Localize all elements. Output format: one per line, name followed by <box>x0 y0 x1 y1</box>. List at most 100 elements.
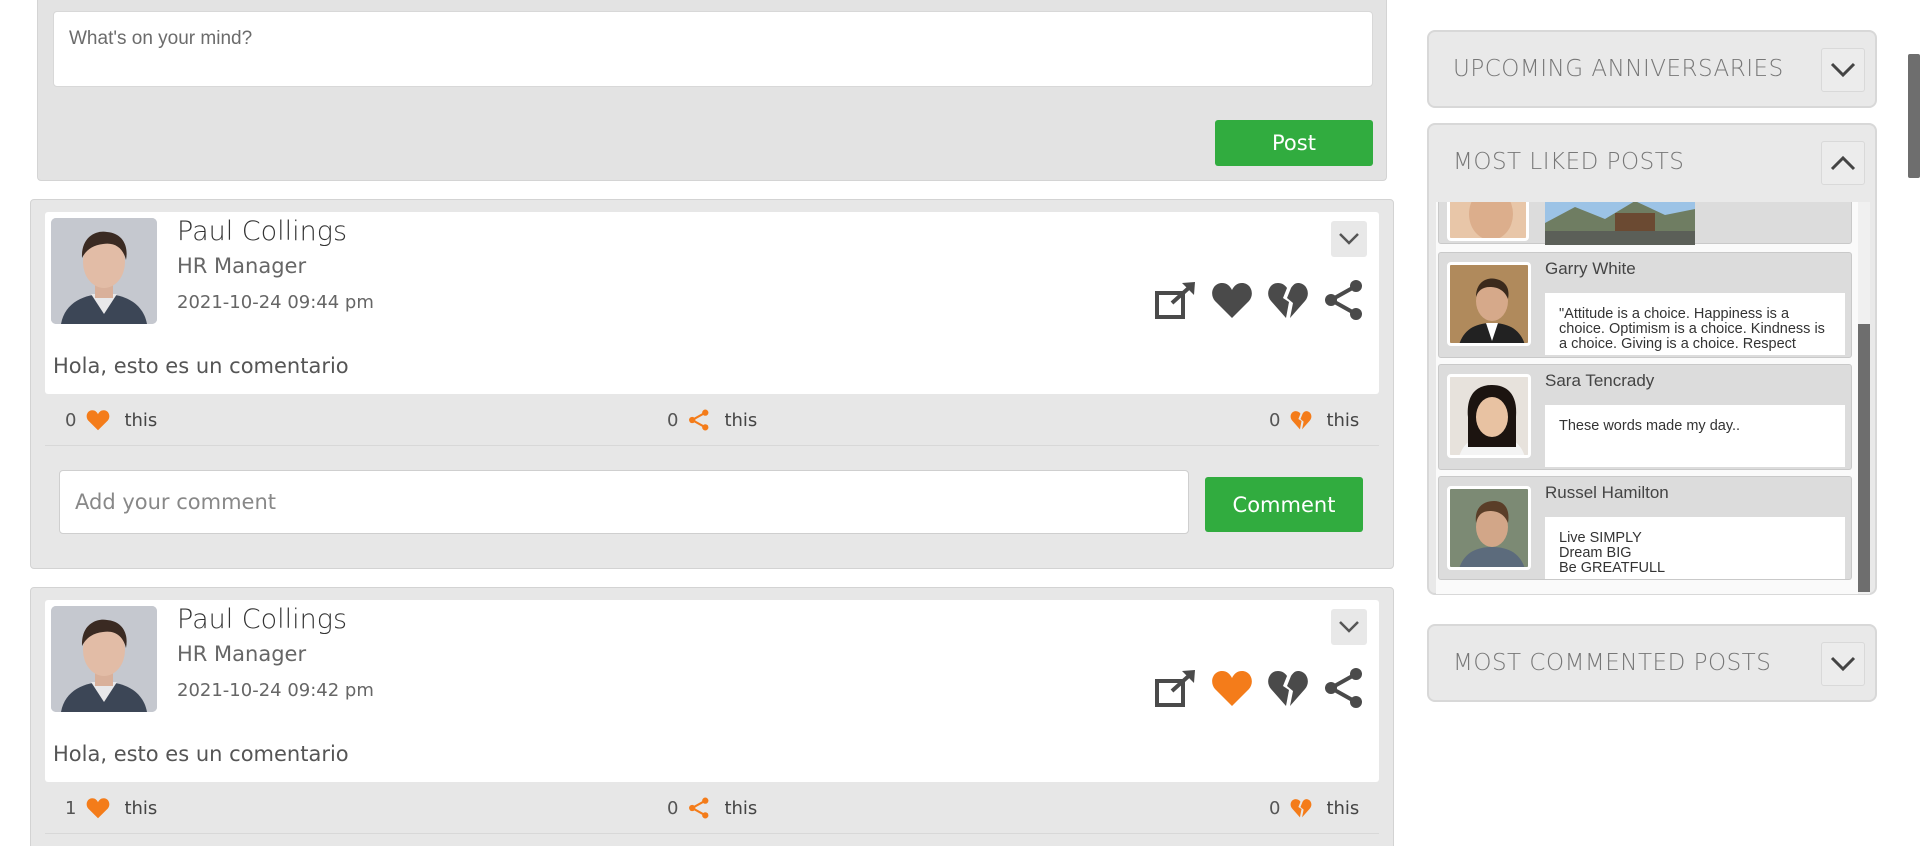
post-menu-button[interactable] <box>1331 221 1367 257</box>
likes-count: 0 <box>65 409 77 431</box>
share-icon <box>689 409 709 431</box>
dislikes-stat[interactable]: 0 this <box>1269 792 1359 824</box>
post-composer-input[interactable]: What's on your mind? <box>53 11 1373 87</box>
post-button[interactable]: Post <box>1215 120 1373 166</box>
list-item[interactable]: Sara Tencrady These words made my day.. <box>1438 364 1852 470</box>
post-date: 2021-10-24 09:44 pm <box>177 292 374 313</box>
comment-row: Add your comment Comment <box>45 460 1379 534</box>
dislikes-stat[interactable]: 0 this <box>1269 404 1359 436</box>
liked-avatar <box>1447 202 1529 241</box>
liked-post-image <box>1545 202 1695 245</box>
post-date: 2021-10-24 09:42 pm <box>177 680 374 701</box>
likes-stat[interactable]: 1 this <box>65 792 157 824</box>
post-content: Paul Collings HR Manager 2021-10-24 09:4… <box>45 600 1379 782</box>
like-button[interactable] <box>1209 665 1255 711</box>
chevron-up-icon <box>1830 155 1856 171</box>
share-icon <box>1325 668 1362 708</box>
dislike-button[interactable] <box>1265 277 1311 323</box>
author-name[interactable]: Paul Collings <box>177 216 347 247</box>
comment-input[interactable]: Add your comment <box>59 470 1189 534</box>
likes-stat[interactable]: 0 this <box>65 404 157 436</box>
liked-author-name: Garry White <box>1545 259 1636 278</box>
shares-stat[interactable]: 0 this <box>667 404 757 436</box>
share-button[interactable] <box>1321 665 1367 711</box>
upcoming-anniversaries-panel: UPCOMING ANNIVERSARIES <box>1427 30 1877 108</box>
likes-count: 1 <box>65 797 77 819</box>
author-role: HR Manager <box>177 254 307 278</box>
post-text: Hola, esto es un comentario <box>53 354 349 378</box>
liked-list-scroll-thumb[interactable] <box>1858 324 1870 592</box>
dislikes-count: 0 <box>1269 797 1281 819</box>
list-item[interactable]: Garry White "Attitude is a choice. Happi… <box>1438 252 1852 358</box>
like-button[interactable] <box>1209 277 1255 323</box>
post-text: Hola, esto es un comentario <box>53 742 349 766</box>
shares-stat[interactable]: 0 this <box>667 792 757 824</box>
post-content: Paul Collings HR Manager 2021-10-24 09:4… <box>45 212 1379 394</box>
liked-avatar <box>1447 262 1531 346</box>
post-stats: 1 this 0 this 0 this <box>45 782 1379 834</box>
post-actions <box>1153 276 1367 324</box>
author-role: HR Manager <box>177 642 307 666</box>
liked-post-text: Live SIMPLY Dream BIG Be GREATFULL <box>1545 517 1845 579</box>
broken-heart-icon <box>1268 671 1308 706</box>
post-card: Paul Collings HR Manager 2021-10-24 09:4… <box>30 587 1394 846</box>
share-external-button[interactable] <box>1153 277 1199 323</box>
page-scrollbar-thumb[interactable] <box>1908 54 1920 178</box>
chevron-down-icon <box>1339 621 1359 633</box>
post-composer: What's on your mind? Post <box>37 0 1387 181</box>
chevron-down-icon <box>1830 62 1856 78</box>
liked-post-text: "Attitude is a choice. Happiness is a ch… <box>1545 293 1845 355</box>
post-stats: 0 this 0 this 0 this <box>45 394 1379 446</box>
shares-count: 0 <box>667 797 679 819</box>
liked-author-name: Russel Hamilton <box>1545 483 1669 502</box>
expand-panel-button[interactable] <box>1821 642 1865 686</box>
liked-post-text: These words made my day.. <box>1545 405 1845 467</box>
panel-title: UPCOMING ANNIVERSARIES <box>1453 56 1784 82</box>
dislikes-count: 0 <box>1269 409 1281 431</box>
chevron-down-icon <box>1830 656 1856 672</box>
social-feed-page: What's on your mind? Post Paul Collings … <box>0 0 1920 846</box>
likes-this-label: this <box>124 409 158 431</box>
expand-panel-button[interactable] <box>1821 48 1865 92</box>
likes-this-label: this <box>124 797 158 819</box>
comment-button[interactable]: Comment <box>1205 477 1363 532</box>
post-menu-button[interactable] <box>1331 609 1367 645</box>
chevron-down-icon <box>1339 233 1359 245</box>
broken-heart-icon <box>1268 283 1308 318</box>
dislikes-this-label: this <box>1326 797 1360 819</box>
broken-heart-icon <box>1291 799 1312 818</box>
dislikes-this-label: this <box>1326 409 1360 431</box>
dislike-button[interactable] <box>1265 665 1311 711</box>
liked-avatar <box>1447 374 1531 458</box>
author-avatar[interactable] <box>51 606 157 712</box>
most-commented-posts-panel: MOST COMMENTED POSTS <box>1427 624 1877 702</box>
share-icon <box>1325 280 1362 320</box>
post-card: Paul Collings HR Manager 2021-10-24 09:4… <box>30 199 1394 569</box>
share-external-button[interactable] <box>1153 665 1199 711</box>
heart-icon <box>87 798 110 819</box>
panel-title: MOST COMMENTED POSTS <box>1453 650 1772 676</box>
panel-title: MOST LIKED POSTS <box>1453 149 1685 175</box>
author-name[interactable]: Paul Collings <box>177 604 347 635</box>
share-icon <box>689 797 709 819</box>
shares-count: 0 <box>667 409 679 431</box>
external-share-icon <box>1155 670 1195 707</box>
shares-this-label: this <box>724 797 758 819</box>
post-actions <box>1153 664 1367 712</box>
share-button[interactable] <box>1321 277 1367 323</box>
list-item[interactable]: Russel Hamilton Live SIMPLY Dream BIG Be… <box>1438 476 1852 580</box>
shares-this-label: this <box>724 409 758 431</box>
most-liked-posts-panel: MOST LIKED POSTS Garry White "Attitude i… <box>1427 123 1877 595</box>
most-liked-list[interactable]: Garry White "Attitude is a choice. Happi… <box>1436 202 1870 594</box>
heart-icon <box>1212 283 1252 318</box>
author-avatar[interactable] <box>51 218 157 324</box>
broken-heart-icon <box>1291 411 1312 430</box>
liked-list-scrollbar[interactable] <box>1858 202 1870 594</box>
heart-icon <box>87 410 110 431</box>
list-item[interactable] <box>1438 202 1852 245</box>
heart-icon <box>1212 671 1252 706</box>
liked-avatar <box>1447 486 1531 570</box>
liked-author-name: Sara Tencrady <box>1545 371 1655 390</box>
external-share-icon <box>1155 282 1195 319</box>
collapse-panel-button[interactable] <box>1821 141 1865 185</box>
